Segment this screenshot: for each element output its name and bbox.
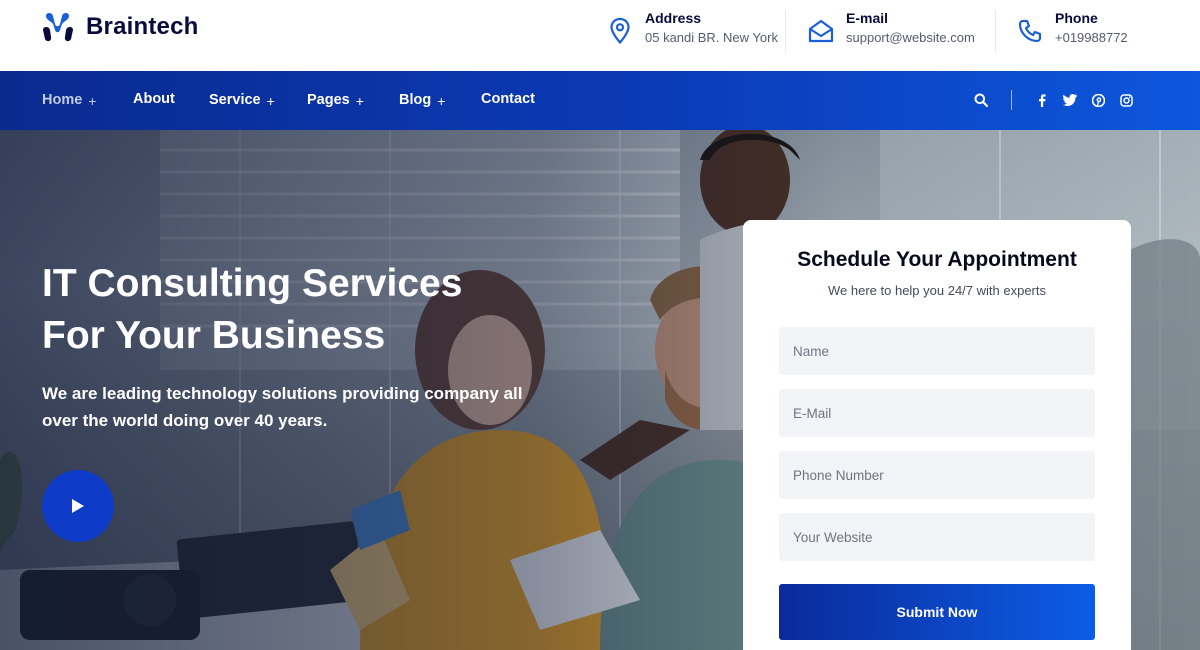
nav-item-home[interactable]: Home + <box>42 91 96 109</box>
main-nav: Home + About Service + Pages + Blog + Co… <box>0 71 1200 130</box>
contact-address: Address 05 kandi BR. New York <box>607 9 778 48</box>
hero-title-line: For Your Business <box>42 314 386 357</box>
contact-phone-title: Phone <box>1055 10 1098 26</box>
hero-title: IT Consulting Services For Your Business <box>42 258 642 362</box>
contact-phone-value[interactable]: +019988772 <box>1055 28 1128 48</box>
contact-email-title: E-mail <box>846 10 889 26</box>
plus-icon: + <box>355 93 364 109</box>
contact-divider <box>785 10 786 52</box>
nav-item-label: Home <box>42 92 83 108</box>
contact-email-value[interactable]: support@website.com <box>846 28 975 48</box>
appointment-form: Schedule Your Appointment We here to hel… <box>743 220 1131 650</box>
hero-subtitle: We are leading technology solutions prov… <box>42 384 523 430</box>
nav-tools <box>973 90 1134 110</box>
appointment-title: Schedule Your Appointment <box>797 248 1077 271</box>
search-icon[interactable] <box>973 92 989 108</box>
nav-item-label: Blog <box>399 92 432 108</box>
nav-item-about[interactable]: About <box>133 91 175 107</box>
video-play-button[interactable] <box>42 470 114 542</box>
envelope-open-icon <box>808 18 834 44</box>
nav-divider <box>1011 90 1012 110</box>
appointment-subtitle: We here to help you 24/7 with experts <box>828 283 1046 298</box>
email-field[interactable] <box>779 389 1095 437</box>
nav-item-label: Pages <box>307 92 350 108</box>
facebook-icon[interactable] <box>1034 92 1050 108</box>
nav-item-label: Service <box>209 92 261 108</box>
nav-item-service[interactable]: Service + <box>209 91 275 109</box>
plus-icon: + <box>266 93 275 109</box>
brand-logo[interactable]: Braintech <box>40 10 199 44</box>
plus-icon: + <box>88 93 97 109</box>
contact-address-title: Address <box>645 10 702 26</box>
nav-item-pages[interactable]: Pages + <box>307 91 364 109</box>
contact-email: E-mail support@website.com <box>808 9 975 48</box>
play-icon <box>72 499 84 513</box>
phone-field[interactable] <box>779 451 1095 499</box>
submit-button[interactable]: Submit Now <box>779 584 1095 640</box>
name-field[interactable] <box>779 327 1095 375</box>
brand-name: Braintech <box>86 13 199 40</box>
map-pin-icon <box>607 18 633 44</box>
top-header: Braintech Address 05 kandi BR. New York … <box>0 0 1200 71</box>
twitter-icon[interactable] <box>1062 92 1078 108</box>
pinterest-icon[interactable] <box>1090 92 1106 108</box>
contact-address-value: 05 kandi BR. New York <box>645 30 778 45</box>
contact-divider <box>995 10 996 52</box>
instagram-icon[interactable] <box>1118 92 1134 108</box>
website-field[interactable] <box>779 513 1095 561</box>
nav-item-label: About <box>133 91 175 107</box>
braintech-logo-icon <box>43 13 73 42</box>
plus-icon: + <box>437 93 446 109</box>
nav-item-label: Contact <box>481 91 535 107</box>
contact-phone: Phone +019988772 <box>1017 9 1128 48</box>
phone-icon <box>1017 18 1043 44</box>
nav-item-blog[interactable]: Blog + <box>399 91 445 109</box>
nav-item-contact[interactable]: Contact <box>481 91 535 107</box>
hero-title-line: IT Consulting Services <box>42 262 463 305</box>
